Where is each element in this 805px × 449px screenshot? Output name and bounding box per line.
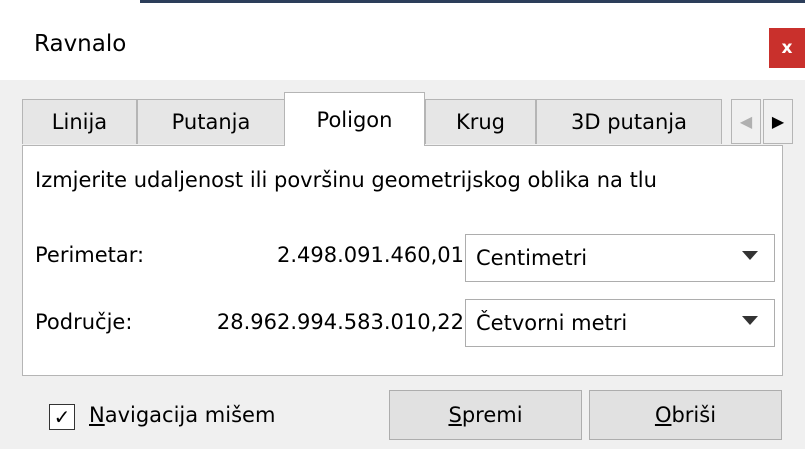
tab-bar: Linija Putanja Poligon Krug 3D putanja ◀…	[22, 92, 805, 146]
perimeter-label: Perimetar:	[35, 243, 145, 267]
close-button[interactable]: x	[769, 28, 805, 68]
window-title: Ravnalo	[34, 31, 127, 57]
arrow-right-icon: ▶	[771, 112, 785, 131]
mouse-navigation-checkbox[interactable]: ✓	[49, 404, 75, 430]
tab-poligon[interactable]: Poligon	[284, 92, 425, 146]
tab-scroll-left-button[interactable]: ◀	[731, 99, 761, 144]
save-button[interactable]: Spremi	[389, 390, 582, 440]
window-top-edge	[0, 0, 805, 8]
area-unit-value: Četvorni metri	[476, 311, 628, 335]
panel-description: Izmjerite udaljenost ili površinu geomet…	[35, 168, 657, 192]
clear-button[interactable]: Obriši	[589, 390, 782, 440]
title-bar: Ravnalo x	[0, 8, 805, 80]
chevron-down-icon	[742, 316, 758, 325]
area-label: Područje:	[35, 310, 133, 334]
tab-putanja[interactable]: Putanja	[137, 99, 285, 144]
mouse-navigation-label[interactable]: Navigacija mišem	[89, 403, 275, 427]
arrow-left-icon: ◀	[739, 112, 753, 131]
close-icon: x	[781, 38, 793, 58]
perimeter-unit-select[interactable]: Centimetri	[465, 234, 775, 282]
area-unit-select[interactable]: Četvorni metri	[465, 299, 775, 347]
chevron-down-icon	[742, 251, 758, 260]
checkmark-icon: ✓	[53, 405, 71, 429]
area-value: 28.962.994.583.010,22	[216, 310, 464, 334]
perimeter-unit-value: Centimetri	[476, 246, 588, 270]
tab-scroll-right-button[interactable]: ▶	[763, 99, 793, 144]
tab-linija[interactable]: Linija	[22, 99, 137, 144]
tab-3d-putanja[interactable]: 3D putanja	[536, 99, 722, 144]
perimeter-value: 2.498.091.460,01	[276, 243, 464, 267]
polygon-tab-panel: Izmjerite udaljenost ili površinu geomet…	[22, 145, 783, 376]
tab-krug[interactable]: Krug	[425, 99, 536, 144]
